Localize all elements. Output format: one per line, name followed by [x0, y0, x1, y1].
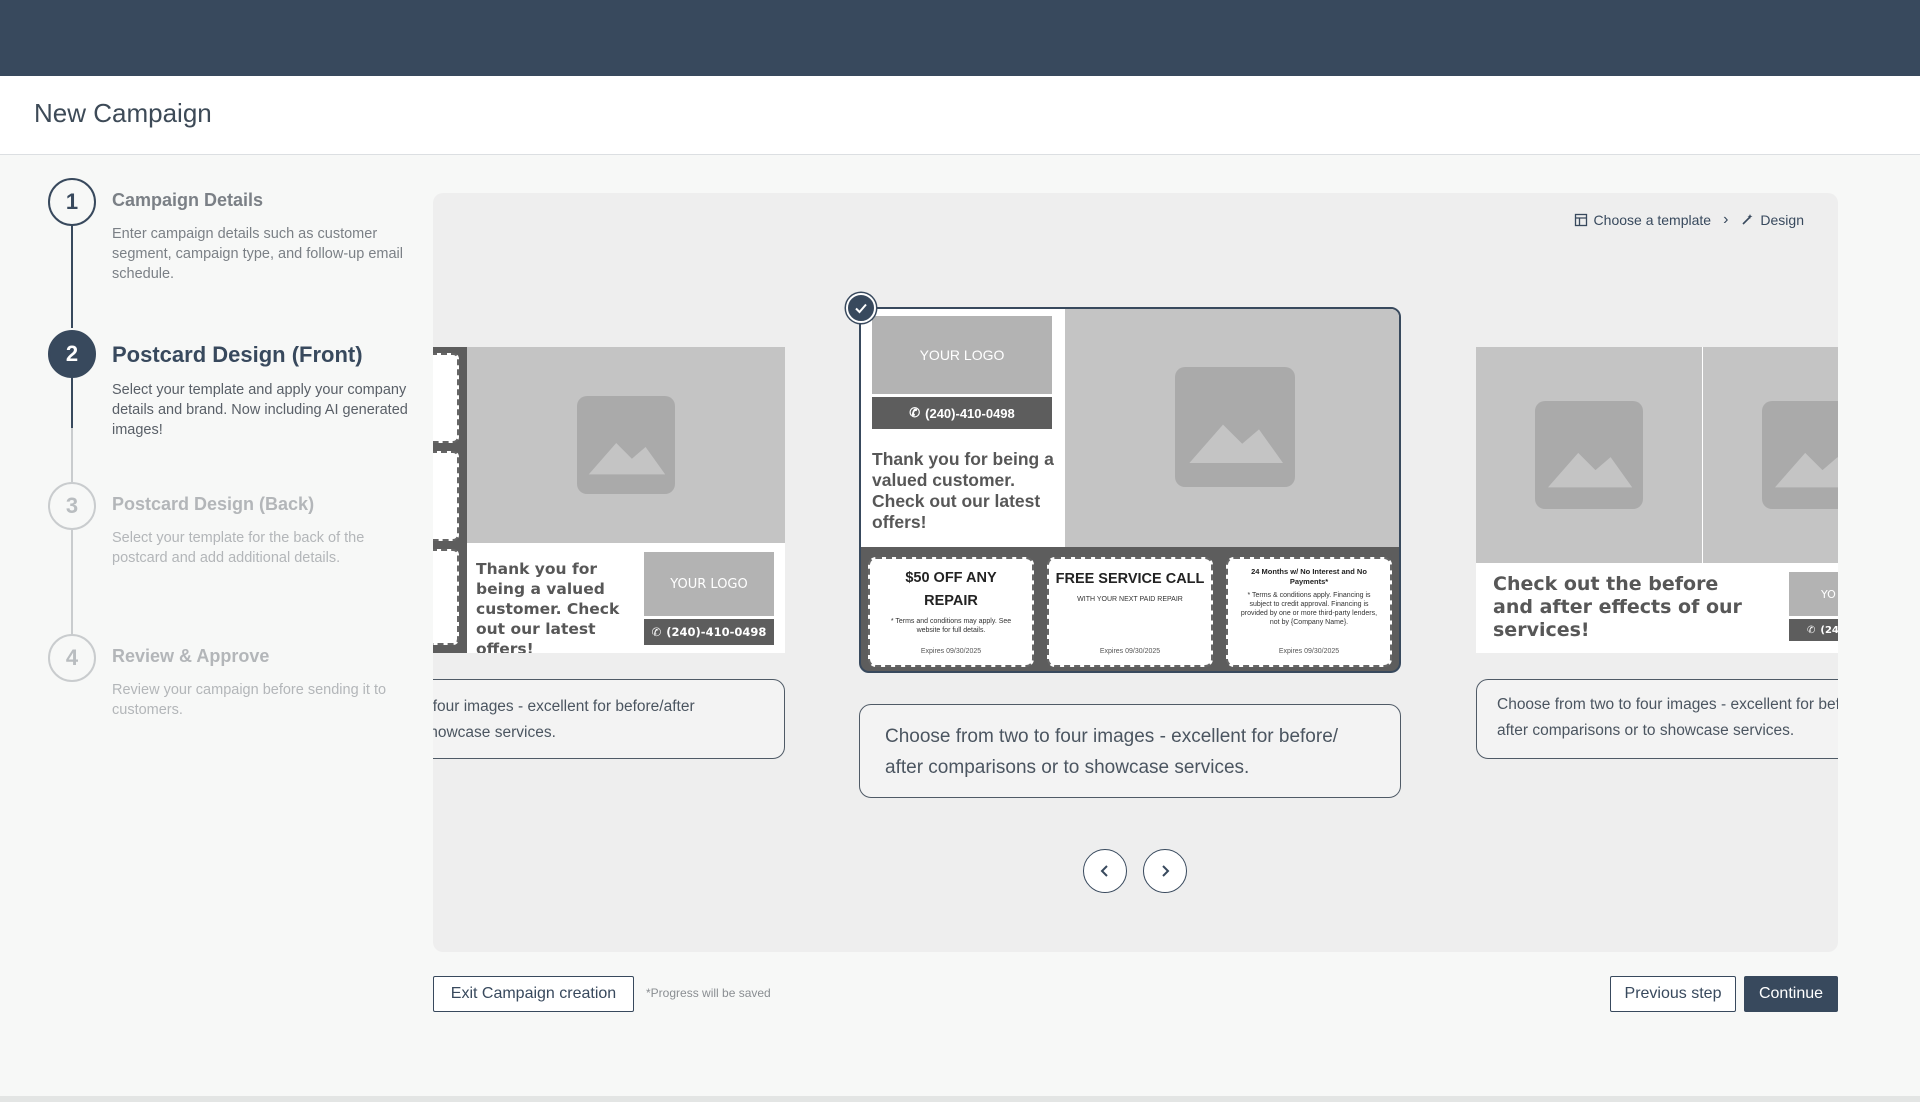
image-icon	[1762, 401, 1838, 509]
thank-you-message: Thank you for being a valued customer. C…	[872, 449, 1054, 532]
phone-icon: ✆	[909, 405, 921, 420]
chevron-right-icon	[1162, 865, 1170, 877]
breadcrumb-design-label: Design	[1760, 212, 1804, 228]
template-description-selected: Choose from two to four images - excelle…	[859, 704, 1401, 798]
bottom-divider	[0, 1096, 1920, 1102]
coupon-headline: 24 Months w/ No Interest and No Payments…	[1251, 567, 1367, 586]
exit-campaign-button[interactable]: Exit Campaign creation	[433, 976, 634, 1012]
phone-icon: ✆	[1807, 624, 1816, 636]
logo-placeholder: YOUR LOGO	[872, 316, 1052, 394]
coupon-headline: FREE SERVICE CALL	[1055, 571, 1205, 587]
logo-placeholder: YOUR LOGO	[644, 552, 774, 616]
carousel-next-button[interactable]	[1143, 849, 1187, 893]
coupon-fine-print: * Terms and conditions may apply. See we…	[890, 618, 1012, 634]
logo-placeholder: YO	[1789, 572, 1838, 616]
template-icon	[1574, 213, 1587, 227]
coupon-50-off: $50 OFF ANY REPAIR * Terms and condition…	[868, 557, 1034, 667]
phone-icon: ✆	[651, 625, 662, 639]
step-title: Campaign Details	[112, 190, 264, 210]
chevron-left-icon	[1100, 865, 1108, 877]
breadcrumb: Choose a template › Design	[1574, 211, 1804, 229]
step-number: 1	[48, 178, 96, 226]
continue-button[interactable]: Continue	[1744, 976, 1838, 1012]
step-postcard-back[interactable]: 3 Postcard Design (Back) Select your tem…	[48, 482, 408, 592]
before-after-headline: Check out the before and after effects o…	[1493, 573, 1742, 641]
top-app-bar	[0, 0, 1920, 76]
coupon-headline: $50 OFF ANY REPAIR	[905, 570, 997, 609]
template-carousel-panel: Choose a template › Design Thank you for…	[433, 193, 1838, 952]
step-number: 3	[48, 482, 96, 530]
coupon-strip	[433, 347, 467, 653]
magic-wand-icon	[1742, 214, 1753, 225]
breadcrumb-design[interactable]: Design	[1740, 212, 1804, 228]
thank-you-message: Thank you for being a valued customer. C…	[476, 560, 620, 653]
step-title: Postcard Design (Back)	[112, 494, 315, 514]
step-description: Select your template for the back of the…	[112, 530, 365, 566]
image-placeholder	[1703, 347, 1838, 563]
phone-number: ✆ (240)-410-0498	[644, 619, 774, 645]
coupon	[433, 353, 459, 443]
step-description: Select your template and apply your comp…	[112, 382, 408, 438]
image-icon	[1535, 401, 1643, 509]
carousel-prev-button[interactable]	[1083, 849, 1127, 893]
template-description-text: Choose from two to four images - excelle…	[1497, 696, 1838, 739]
coupon	[433, 549, 459, 645]
coupon-expiry: Expires 09/30/2025	[1278, 648, 1340, 655]
coupon	[433, 451, 459, 541]
template-description-text: Choose from two to four images - excelle…	[885, 726, 1339, 778]
page-title: New Campaign	[34, 98, 212, 128]
coupon-expiry: Expires 09/30/2025	[1099, 648, 1161, 655]
template-card-selected[interactable]: YOUR LOGO ✆ (240)-410-0498 Thank you for…	[859, 307, 1401, 673]
image-placeholder	[1065, 309, 1399, 547]
coupon-financing: 24 Months w/ No Interest and No Payments…	[1226, 557, 1392, 667]
phone-text: (24	[1820, 624, 1838, 636]
chevron-right-icon: ›	[1723, 211, 1729, 228]
image-placeholder	[467, 347, 785, 543]
coupon-free-service: FREE SERVICE CALL WITH YOUR NEXT PAID RE…	[1047, 557, 1213, 667]
image-placeholder	[1476, 347, 1702, 563]
template-description-text: Choose from two to four images - excelle…	[433, 698, 695, 741]
step-title: Review & Approve	[112, 646, 270, 666]
step-title: Postcard Design (Front)	[112, 342, 363, 367]
template-card-right[interactable]: Check out the before and after effects o…	[1476, 347, 1838, 653]
step-number: 2	[48, 330, 96, 378]
previous-step-button[interactable]: Previous step	[1610, 976, 1736, 1012]
image-icon	[577, 396, 675, 494]
breadcrumb-template-label: Choose a template	[1593, 212, 1712, 228]
step-postcard-front[interactable]: 2 Postcard Design (Front) Select your te…	[48, 330, 408, 440]
coupon-expiry: Expires 09/30/2025	[920, 648, 982, 655]
step-review-approve[interactable]: 4 Review & Approve Review your campaign …	[48, 634, 408, 744]
phone-number: ✆ (24	[1789, 619, 1838, 641]
coupon-fine-print: WITH YOUR NEXT PAID REPAIR	[1077, 596, 1183, 603]
template-description-right: Choose from two to four images - excelle…	[1476, 679, 1838, 759]
page-header: New Campaign	[0, 76, 1920, 155]
coupon-fine-print: * Terms & conditions apply. Financing is…	[1240, 592, 1378, 626]
phone-number: ✆ (240)-410-0498	[872, 397, 1052, 429]
breadcrumb-choose-template[interactable]: Choose a template	[1574, 212, 1712, 228]
step-campaign-details[interactable]: 1 Campaign Details Enter campaign detail…	[48, 178, 408, 288]
check-icon	[846, 293, 876, 323]
step-description: Enter campaign details such as customer …	[112, 226, 403, 282]
step-number: 4	[48, 634, 96, 682]
phone-text: (240)-410-0498	[666, 625, 767, 639]
progress-note: *Progress will be saved	[646, 986, 771, 1000]
template-description-left: Choose from two to four images - excelle…	[433, 679, 785, 759]
step-description: Review your campaign before sending it t…	[112, 682, 387, 718]
image-icon	[1175, 367, 1295, 487]
template-card-left[interactable]: Thank you for being a valued customer. C…	[433, 347, 785, 653]
phone-text: (240)-410-0498	[925, 405, 1015, 421]
